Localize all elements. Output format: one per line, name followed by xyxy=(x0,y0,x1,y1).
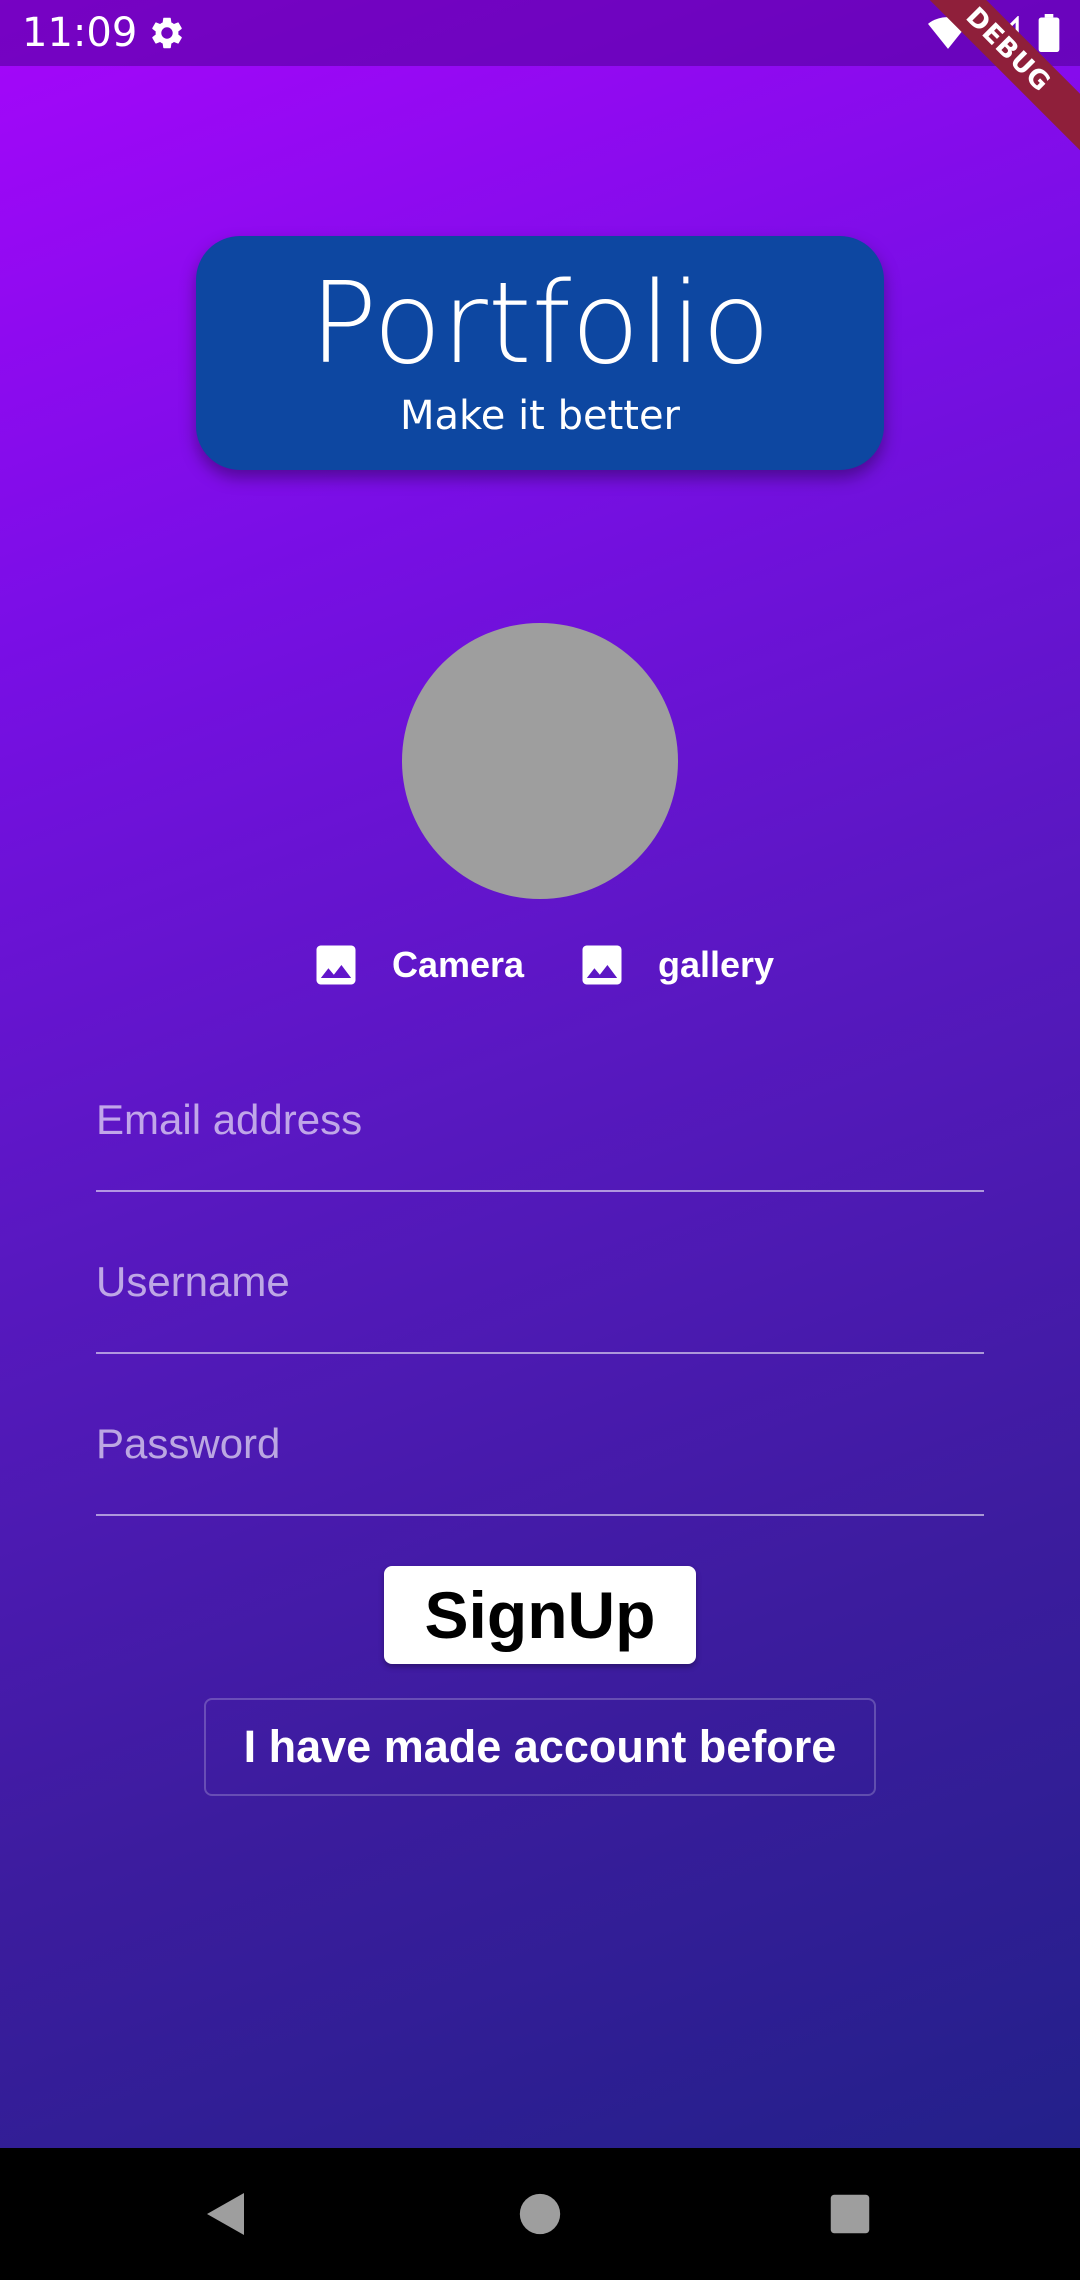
image-icon xyxy=(582,945,622,985)
password-field-container xyxy=(96,1396,984,1516)
recents-button[interactable] xyxy=(784,2148,916,2280)
gallery-label: gallery xyxy=(658,944,775,985)
battery-icon xyxy=(1038,14,1060,52)
signup-screen: 11:09 DEBUG Portfolio Make it better Cam… xyxy=(0,0,1080,2148)
existing-account-button[interactable]: I have made account before xyxy=(204,1698,876,1796)
password-field[interactable] xyxy=(96,1414,984,1474)
camera-label: Camera xyxy=(392,944,525,985)
home-button[interactable] xyxy=(474,2148,606,2280)
app-title: Portfolio xyxy=(309,259,771,389)
email-field[interactable] xyxy=(96,1090,984,1150)
signup-button[interactable]: SignUp xyxy=(384,1566,696,1664)
gallery-button[interactable]: gallery xyxy=(576,930,774,1000)
username-field[interactable] xyxy=(96,1252,984,1312)
home-icon xyxy=(519,2193,561,2235)
image-icon xyxy=(316,945,356,985)
app-subtitle: Make it better xyxy=(399,393,681,439)
status-time: 11:09 xyxy=(22,10,138,56)
avatar-placeholder[interactable] xyxy=(402,623,678,899)
back-icon xyxy=(207,2193,244,2235)
status-bar: 11:09 xyxy=(0,0,1080,66)
back-button[interactable] xyxy=(160,2148,292,2280)
recents-icon xyxy=(830,2194,870,2234)
username-field-container xyxy=(96,1234,984,1354)
gear-icon xyxy=(152,17,182,49)
email-field-container xyxy=(96,1072,984,1192)
camera-button[interactable]: Camera xyxy=(310,930,524,1000)
title-card: Portfolio Make it better xyxy=(196,236,884,470)
system-nav-bar xyxy=(0,2148,1080,2280)
